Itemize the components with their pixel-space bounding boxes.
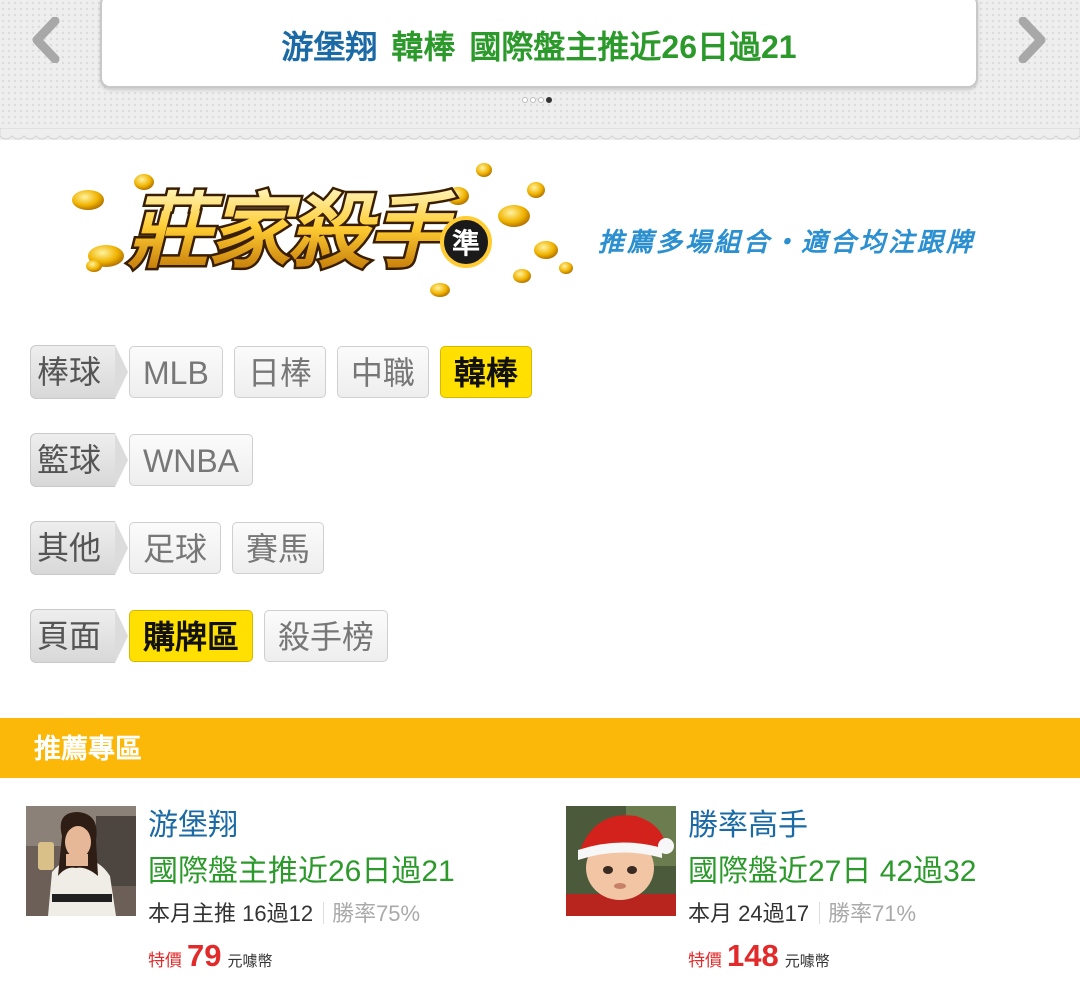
- logo-badge: 準: [452, 227, 480, 260]
- brand-logo: 莊家殺手 準: [66, 158, 586, 308]
- win-rate: 勝率71%: [828, 901, 917, 926]
- expert-name[interactable]: 游堡翔: [148, 800, 238, 844]
- row-label-page: 頁面: [30, 609, 129, 663]
- price-unit: 元噱幣: [227, 953, 273, 970]
- chip-npb[interactable]: 日棒: [233, 346, 326, 398]
- price-tag: 特價: [688, 951, 722, 970]
- chevron-right-icon[interactable]: [1014, 12, 1050, 68]
- row-label-basketball: 籃球: [30, 433, 129, 487]
- price-line[interactable]: 特價 79 元噱幣: [148, 938, 273, 974]
- carousel-pager: [522, 97, 552, 103]
- filter-row-other: 其他 足球 賽馬: [30, 520, 335, 576]
- monthly-record: 本月主推 16過12: [148, 901, 314, 926]
- monthly-stats: 本月 24過17 勝率71%: [688, 896, 916, 928]
- recommendation-card[interactable]: 勝率高手 國際盤近27日 42過32 本月 24過17 勝率71% 特價 148 元噱…: [566, 800, 1066, 980]
- pager-dot[interactable]: [538, 97, 544, 103]
- tagline: 推薦多場組合・適合均注跟牌: [598, 227, 976, 257]
- logo-text: 莊家殺手: [127, 185, 456, 280]
- avatar[interactable]: [26, 806, 136, 916]
- headline-box[interactable]: 游堡翔 韓棒 國際盤主推近26日過21: [100, 0, 978, 88]
- avatar[interactable]: [566, 806, 676, 916]
- price-tag: 特價: [148, 951, 182, 970]
- headline-league: 韓棒: [391, 29, 456, 65]
- price-line[interactable]: 特價 148 元噱幣: [688, 938, 830, 974]
- banner-wave-edge: [0, 128, 1080, 140]
- win-rate: 勝率75%: [332, 901, 421, 926]
- chip-mlb[interactable]: MLB: [129, 346, 223, 398]
- expert-record[interactable]: 國際盤主推近26日過21: [148, 846, 455, 890]
- headline-banner: 游堡翔 韓棒 國際盤主推近26日過21: [0, 0, 1080, 140]
- monthly-record: 本月 24過17: [688, 901, 810, 926]
- recommendation-card[interactable]: 游堡翔 國際盤主推近26日過21 本月主推 16過12 勝率75% 特價 79 元噱幣: [26, 800, 526, 980]
- price-unit: 元噱幣: [784, 953, 830, 970]
- expert-name[interactable]: 勝率高手: [688, 800, 808, 844]
- divider: [323, 902, 325, 924]
- pager-dot[interactable]: [530, 97, 536, 103]
- chip-purchase-area[interactable]: 購牌區: [129, 610, 254, 662]
- headline-name: 游堡翔: [281, 29, 378, 65]
- divider: [819, 902, 821, 924]
- chip-kbo[interactable]: 韓棒: [439, 346, 532, 398]
- filter-row-page: 頁面 購牌區 殺手榜: [30, 608, 399, 664]
- chip-killer-ranking[interactable]: 殺手榜: [264, 610, 389, 662]
- chip-soccer[interactable]: 足球: [129, 522, 222, 574]
- row-label-other: 其他: [30, 521, 129, 575]
- price-value: 148: [727, 938, 779, 973]
- filter-row-basketball: 籃球 WNBA: [30, 432, 264, 488]
- pager-dot[interactable]: [522, 97, 528, 103]
- chip-wnba[interactable]: WNBA: [129, 434, 254, 486]
- chip-horse-racing[interactable]: 賽馬: [232, 522, 325, 574]
- pager-dot-active[interactable]: [546, 97, 552, 103]
- chevron-left-icon[interactable]: [28, 12, 64, 68]
- headline-record: 國際盤主推近26日過21: [469, 29, 797, 65]
- sparkle-decoration: [498, 228, 528, 256]
- price-value: 79: [187, 938, 222, 973]
- row-label-baseball: 棒球: [30, 345, 129, 399]
- filter-row-baseball: 棒球 MLB 日棒 中職 韓棒: [30, 344, 543, 400]
- chip-cpbl[interactable]: 中職: [336, 346, 429, 398]
- monthly-stats: 本月主推 16過12 勝率75%: [148, 896, 420, 928]
- section-header: 推薦專區: [0, 718, 1080, 778]
- expert-record[interactable]: 國際盤近27日 42過32: [688, 846, 976, 890]
